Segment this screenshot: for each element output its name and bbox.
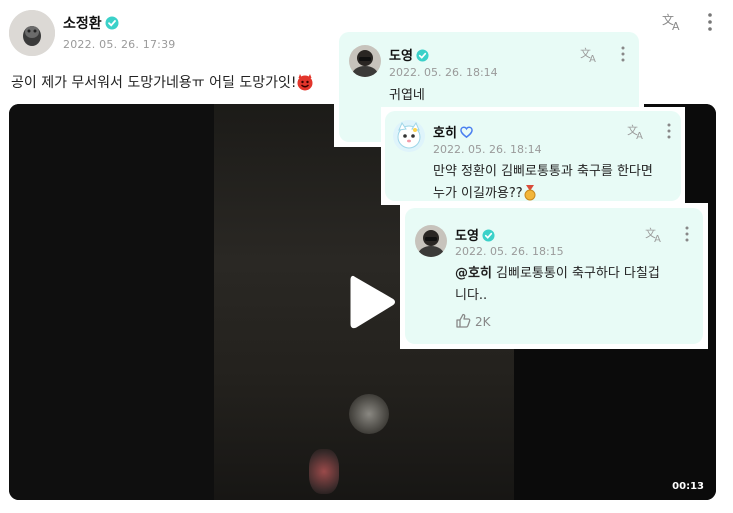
translate-icon[interactable]: 文A: [662, 12, 684, 36]
comment-text-line: 니다..: [455, 288, 488, 303]
devil-emoji-icon: [296, 73, 314, 95]
commenter-avatar[interactable]: [349, 45, 381, 77]
comment-card: 도영 2022. 05. 26. 18:15 文A @호히 김삐로통통이 축구하…: [400, 203, 708, 349]
author-avatar[interactable]: [9, 10, 55, 56]
verified-badge-icon: [105, 16, 119, 34]
video-ball-blur: [349, 394, 389, 434]
author-name[interactable]: 소정환: [63, 13, 119, 34]
verified-badge-icon: [416, 49, 429, 66]
comment-timestamp: 2022. 05. 26. 18:14: [389, 66, 498, 79]
post-text: 공이 제가 무서워서 도망가네용ㅠ 어딜 도망가잇!: [11, 72, 314, 95]
comment-text: @호히 김삐로통통이 축구하다 다칠겁 니다..: [455, 263, 660, 307]
comment-text-line: @호히 김삐로통통이 축구하다 다칠겁: [455, 266, 660, 281]
play-icon[interactable]: [348, 274, 398, 330]
comment-bubble: 도영 2022. 05. 26. 18:15 文A @호히 김삐로통통이 축구하…: [405, 208, 703, 344]
comment-card: 호히 2022. 05. 26. 18:14 文A 만약 정환이 김삐로통통과 …: [381, 107, 685, 205]
like-button[interactable]: 2K: [455, 313, 491, 331]
svg-text:A: A: [672, 20, 680, 32]
svg-text:A: A: [654, 234, 661, 244]
post-timestamp: 2022. 05. 26. 17:39: [63, 38, 176, 51]
more-options-icon[interactable]: [684, 226, 690, 246]
translate-icon[interactable]: 文A: [645, 226, 665, 248]
commenter-avatar[interactable]: [415, 225, 447, 257]
commenter-name[interactable]: 도영: [389, 45, 429, 66]
more-options-icon[interactable]: [666, 123, 672, 143]
comment-text: 귀엽네: [389, 88, 425, 103]
commenter-name[interactable]: 호히: [433, 122, 473, 143]
translate-icon[interactable]: 文A: [580, 46, 600, 68]
verified-badge-icon: [460, 126, 473, 143]
svg-text:A: A: [636, 131, 643, 141]
mention-link[interactable]: @호히: [455, 266, 492, 281]
svg-text:A: A: [589, 54, 596, 64]
commenter-avatar[interactable]: [393, 120, 425, 152]
verified-badge-icon: [482, 229, 495, 246]
video-duration: 00:13: [672, 481, 704, 492]
like-count: 2K: [475, 315, 491, 329]
like-icon: [455, 313, 471, 331]
commenter-name[interactable]: 도영: [455, 225, 495, 246]
translate-icon[interactable]: 文A: [627, 123, 647, 145]
comment-timestamp: 2022. 05. 26. 18:15: [455, 245, 564, 258]
comment-bubble: 호히 2022. 05. 26. 18:14 文A 만약 정환이 김삐로통통과 …: [385, 111, 681, 201]
more-options-icon[interactable]: [705, 12, 715, 36]
more-options-icon[interactable]: [620, 46, 626, 66]
comment-text-line: 만약 정환이 김삐로통통과 축구를 한다면: [433, 164, 653, 179]
video-object-blur: [309, 449, 339, 494]
video-frame-left: [9, 104, 214, 500]
comment-timestamp: 2022. 05. 26. 18:14: [433, 143, 542, 156]
comment-text: 만약 정환이 김삐로통통과 축구를 한다면 누가 이길까용??: [433, 161, 653, 209]
